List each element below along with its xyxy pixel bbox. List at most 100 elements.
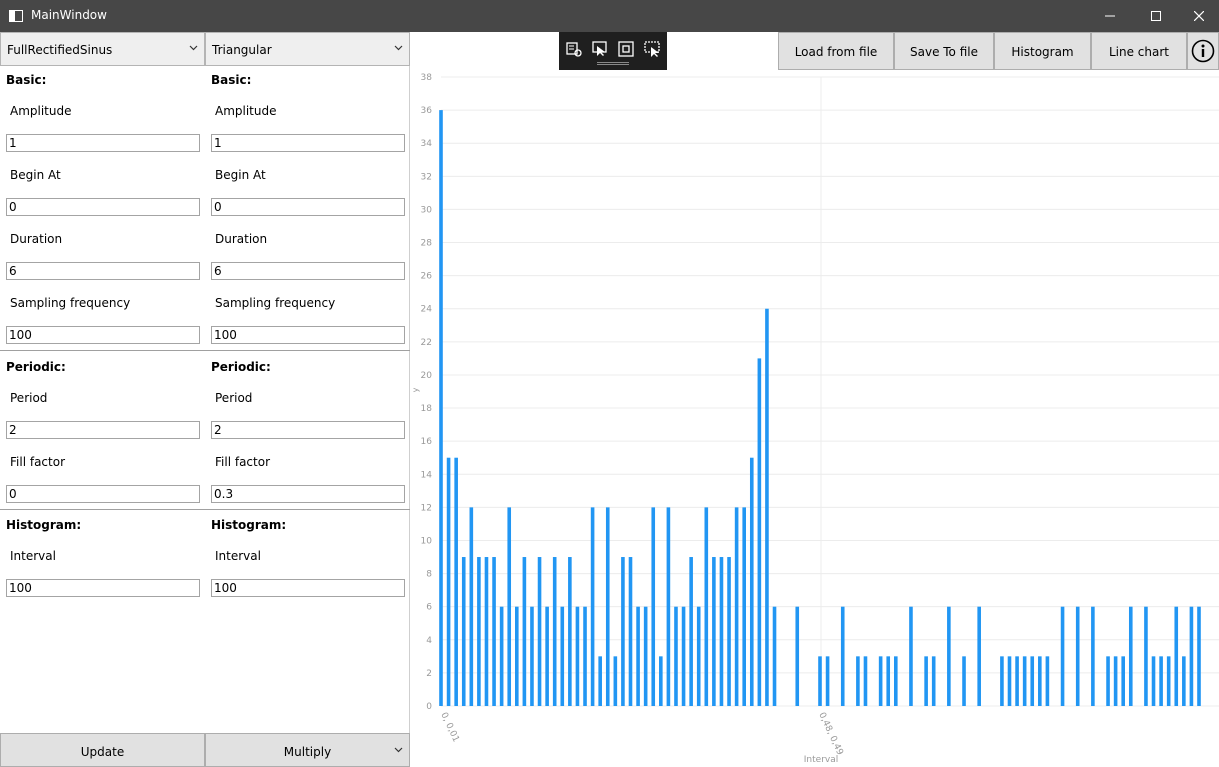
close-icon — [1194, 11, 1204, 21]
bar — [492, 557, 496, 706]
pointer-select-icon[interactable] — [591, 40, 609, 58]
histogram-button[interactable]: Histogram — [994, 32, 1091, 70]
info-button[interactable] — [1187, 32, 1219, 70]
select-region-icon[interactable] — [643, 40, 661, 58]
sampling-frequency-input[interactable]: 100 — [6, 326, 200, 344]
y-tick-label: 32 — [421, 172, 432, 182]
chevron-down-icon — [189, 45, 198, 51]
basic-header: Basic: — [211, 73, 252, 87]
y-tick-label: 4 — [426, 636, 432, 646]
y-tick-label: 2 — [426, 669, 432, 679]
bar — [598, 656, 602, 706]
update-button-label: Update — [80, 745, 125, 759]
fill-factor-input[interactable]: 0 — [6, 485, 200, 503]
bar — [856, 656, 860, 706]
bar — [696, 606, 701, 706]
close-button[interactable] — [1176, 0, 1219, 32]
signal-right-select[interactable]: Triangular — [205, 32, 410, 66]
minimize-button[interactable] — [1087, 0, 1133, 32]
fit-frame-icon[interactable] — [617, 40, 635, 58]
bar — [1045, 656, 1050, 706]
y-tick-label: 18 — [421, 404, 433, 414]
bar — [749, 457, 754, 706]
load-from-file-button[interactable]: Load from file — [778, 32, 894, 70]
bar — [590, 507, 595, 706]
divider — [0, 350, 410, 351]
y-tick-label: 26 — [421, 272, 433, 282]
operation-select[interactable]: Multiply — [205, 733, 410, 767]
bar — [621, 557, 625, 706]
fill-factor-input[interactable]: 0.3 — [211, 485, 405, 503]
bar — [439, 110, 443, 706]
signal-right-value: Triangular — [212, 43, 272, 57]
bar — [545, 606, 549, 706]
y-tick-label: 6 — [426, 603, 432, 613]
bar — [757, 358, 762, 706]
bar — [1128, 606, 1133, 706]
parameters-panel: FullRectifiedSinus Triangular Basic: Amp… — [0, 32, 410, 767]
bar — [825, 656, 830, 706]
begin-at-input[interactable]: 0 — [211, 198, 405, 216]
bar — [484, 557, 489, 706]
bar — [931, 656, 936, 706]
signal-left-select[interactable]: FullRectifiedSinus — [0, 32, 205, 66]
period-input[interactable]: 2 — [6, 421, 200, 439]
periodic-header: Periodic: — [211, 360, 271, 374]
toolbar-grip[interactable] — [597, 62, 629, 65]
bar — [1091, 606, 1095, 706]
bar — [863, 656, 868, 706]
amplitude-input[interactable]: 1 — [6, 134, 200, 152]
x-tick-label: 0,48, 0,49 — [816, 711, 845, 757]
bar — [947, 606, 951, 706]
begin-at-label: Begin At — [215, 168, 266, 182]
histogram-header: Histogram: — [211, 518, 287, 532]
interval-input[interactable]: 100 — [6, 579, 200, 597]
bar — [636, 606, 640, 706]
zoom-select-icon[interactable] — [565, 40, 583, 58]
bar — [522, 557, 527, 706]
bar — [1174, 606, 1179, 706]
bar — [530, 606, 534, 706]
bar — [1197, 606, 1201, 706]
y-tick-label: 16 — [421, 437, 433, 447]
line-chart-button[interactable]: Line chart — [1091, 32, 1187, 70]
bar — [552, 557, 557, 706]
bar — [1151, 656, 1156, 706]
maximize-button[interactable] — [1133, 0, 1179, 32]
y-tick-label: 38 — [421, 73, 433, 83]
period-label: Period — [10, 391, 48, 405]
bar — [719, 557, 724, 706]
main-window: MainWindow FullRectifiedSinus Triangular… — [0, 0, 1219, 767]
window-icon — [9, 10, 23, 22]
chevron-down-icon — [394, 45, 403, 51]
duration-input[interactable]: 6 — [211, 262, 405, 280]
histogram-chart[interactable]: 02468101214161820222426283032343638y0, 0… — [410, 70, 1219, 767]
bar — [704, 507, 709, 706]
update-button[interactable]: Update — [0, 733, 205, 767]
action-buttons: Load from file Save To file Histogram Li… — [778, 32, 1219, 70]
bar — [613, 656, 618, 706]
bar — [659, 656, 663, 706]
bar — [628, 557, 633, 706]
begin-at-input[interactable]: 0 — [6, 198, 200, 216]
bar — [446, 457, 451, 706]
signal-left-value: FullRectifiedSinus — [7, 43, 113, 57]
bar — [886, 656, 891, 706]
maximize-icon — [1151, 11, 1161, 21]
duration-label: Duration — [215, 232, 268, 246]
amplitude-input[interactable]: 1 — [211, 134, 405, 152]
period-input[interactable]: 2 — [211, 421, 405, 439]
y-tick-label: 12 — [421, 503, 432, 513]
info-icon — [1191, 39, 1215, 63]
sampling-frequency-input[interactable]: 100 — [211, 326, 405, 344]
bar — [962, 656, 966, 706]
y-axis-label: y — [411, 387, 420, 392]
y-tick-label: 30 — [421, 205, 433, 215]
duration-input[interactable]: 6 — [6, 262, 200, 280]
bar — [727, 557, 731, 706]
bar — [568, 557, 572, 706]
bar — [583, 606, 587, 706]
interval-input[interactable]: 100 — [211, 579, 405, 597]
save-to-file-button[interactable]: Save To file — [894, 32, 994, 70]
bar — [469, 507, 474, 706]
